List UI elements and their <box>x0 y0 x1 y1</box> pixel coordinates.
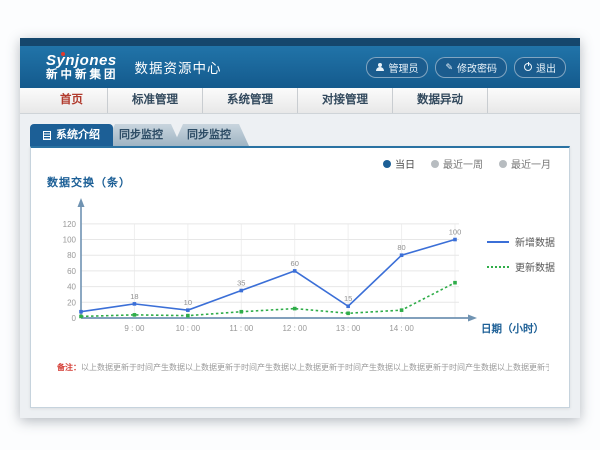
tab-bar: 系统介绍 同步监控 同步监控 <box>30 124 570 146</box>
svg-text:60: 60 <box>67 267 76 276</box>
content-area: 系统介绍 同步监控 同步监控 当日 最近一周 <box>20 114 580 418</box>
svg-text:14 : 00: 14 : 00 <box>389 324 414 333</box>
nav-item-interface-mgmt[interactable]: 对接管理 <box>298 88 393 113</box>
footnote-label: 备注： <box>57 363 81 372</box>
edit-icon: ✎ <box>445 62 453 73</box>
range-option-last-month-label: 最近一月 <box>511 156 551 171</box>
svg-text:10 : 00: 10 : 00 <box>176 324 201 333</box>
range-option-today-label: 当日 <box>395 156 415 171</box>
main-nav: 首页 标准管理 系统管理 对接管理 数据异动 <box>20 88 580 114</box>
document-icon <box>43 131 51 140</box>
logo-text: Synjones <box>46 53 119 69</box>
svg-text:18: 18 <box>130 292 138 301</box>
admin-button-label: 管理员 <box>388 60 418 75</box>
logo-subtext: 新中新集团 <box>46 69 119 81</box>
footnote: 备注：以上数据更新于时间产生数据以上数据更新于时间产生数据以上数据更新于时间产生… <box>57 362 549 373</box>
logout-label: 退出 <box>536 60 556 75</box>
chart-panel: 当日 最近一周 最近一月 数据交换（条） 0 20 40 60 80 100 120 9 : … <box>30 146 570 408</box>
top-strip <box>20 38 580 46</box>
range-option-last-week[interactable]: 最近一周 <box>431 156 483 171</box>
svg-text:11 : 00: 11 : 00 <box>229 324 253 333</box>
logo: Synjones 新中新集团 <box>46 53 119 81</box>
legend-item-new-data[interactable]: 新增数据 <box>487 234 555 249</box>
svg-text:60: 60 <box>291 259 299 268</box>
legend-updated-data-label: 更新数据 <box>515 259 555 274</box>
user-icon <box>376 63 384 72</box>
svg-text:120: 120 <box>63 220 77 229</box>
line-chart: 0 20 40 60 80 100 120 9 : 00 10 : 00 11 : 00 12 : … <box>35 190 555 340</box>
svg-text:15: 15 <box>344 294 352 303</box>
svg-text:12 : 00: 12 : 00 <box>282 324 307 333</box>
svg-text:10: 10 <box>184 298 192 307</box>
tab-sync-monitor-2[interactable]: 同步监控 <box>173 124 249 146</box>
legend-new-data-label: 新增数据 <box>515 234 555 249</box>
svg-text:100: 100 <box>63 236 77 245</box>
solid-line-icon <box>487 241 509 243</box>
admin-button[interactable]: 管理员 <box>366 57 428 78</box>
nav-item-system-mgmt[interactable]: 系统管理 <box>203 88 298 113</box>
nav-item-data-change[interactable]: 数据异动 <box>393 88 488 113</box>
range-option-today[interactable]: 当日 <box>383 156 415 171</box>
app-header: Synjones 新中新集团 数据资源中心 管理员 ✎ 修改密码 退出 <box>20 46 580 88</box>
radio-icon <box>499 160 507 168</box>
change-password-label: 修改密码 <box>457 60 497 75</box>
chart-container: 0 20 40 60 80 100 120 9 : 00 10 : 00 11 : 00 12 : … <box>35 190 569 340</box>
chart-legend: 新增数据 更新数据 <box>487 234 555 274</box>
range-option-last-week-label: 最近一周 <box>443 156 483 171</box>
chart-y-axis-title: 数据交换（条） <box>47 174 569 190</box>
tab-system-intro-label: 系统介绍 <box>56 124 100 146</box>
svg-text:20: 20 <box>67 298 76 307</box>
footnote-text: 以上数据更新于时间产生数据以上数据更新于时间产生数据以上数据更新于时间产生数据以… <box>81 363 549 372</box>
page-canvas: Synjones 新中新集团 数据资源中心 管理员 ✎ 修改密码 退出 <box>0 0 600 450</box>
change-password-button[interactable]: ✎ 修改密码 <box>435 57 507 78</box>
nav-item-standard-mgmt[interactable]: 标准管理 <box>108 88 203 113</box>
svg-text:日期（小时）: 日期（小时） <box>481 322 544 335</box>
svg-text:0: 0 <box>72 314 77 323</box>
svg-text:100: 100 <box>449 228 462 237</box>
app-title: 数据资源中心 <box>135 57 222 77</box>
range-options: 当日 最近一周 最近一月 <box>383 156 551 171</box>
svg-text:35: 35 <box>237 279 245 288</box>
power-icon <box>524 63 532 71</box>
dotted-line-icon <box>487 266 509 268</box>
radio-icon <box>383 160 391 168</box>
user-area: 管理员 ✎ 修改密码 退出 <box>366 46 566 88</box>
svg-text:9 : 00: 9 : 00 <box>124 324 145 333</box>
nav-item-home[interactable]: 首页 <box>36 88 108 113</box>
svg-text:80: 80 <box>397 243 405 252</box>
logout-button[interactable]: 退出 <box>514 57 566 78</box>
app-window: Synjones 新中新集团 数据资源中心 管理员 ✎ 修改密码 退出 <box>20 38 580 418</box>
svg-text:80: 80 <box>67 251 76 260</box>
tab-system-intro[interactable]: 系统介绍 <box>30 124 113 146</box>
svg-text:40: 40 <box>67 283 76 292</box>
svg-text:13 : 00: 13 : 00 <box>336 324 361 333</box>
radio-icon <box>431 160 439 168</box>
range-option-last-month[interactable]: 最近一月 <box>499 156 551 171</box>
legend-item-updated-data[interactable]: 更新数据 <box>487 259 555 274</box>
tab-sync-monitor-1[interactable]: 同步监控 <box>105 124 181 146</box>
